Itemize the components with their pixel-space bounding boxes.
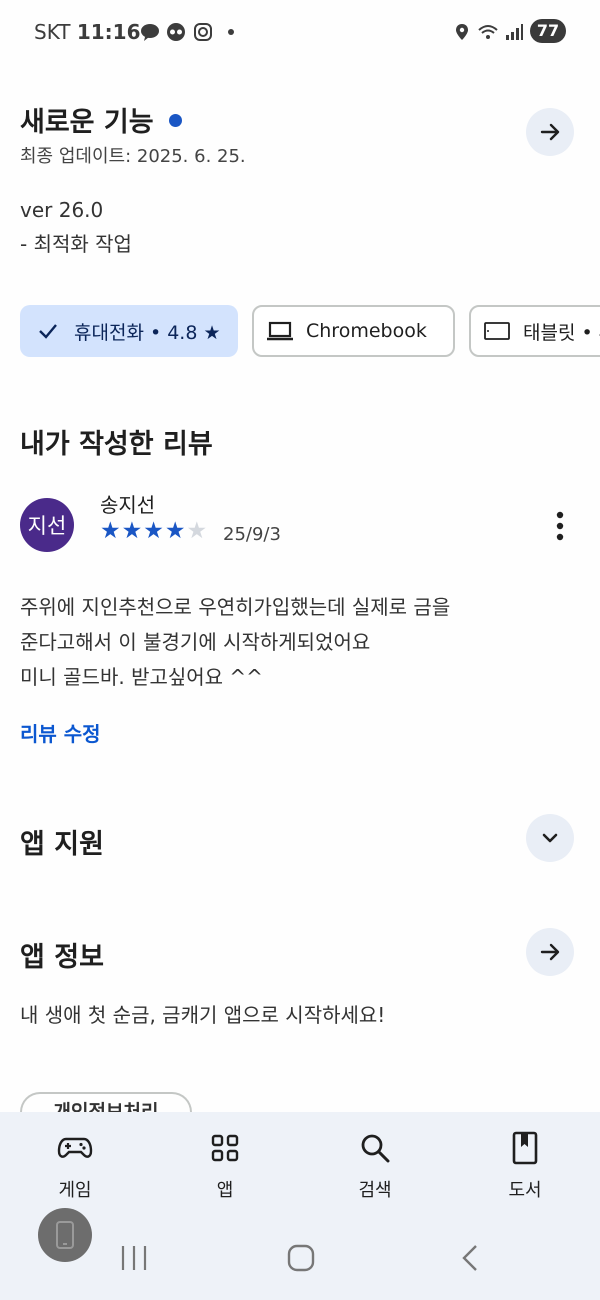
laptop-icon [267,321,293,341]
review-date: 25/9/3 [223,524,281,545]
chip-chromebook[interactable]: Chromebook [252,305,455,357]
star-filled-icon: ★ [100,518,121,544]
nav-search-label: 검색 [358,1180,392,1201]
nav-games[interactable]: 게임 [25,1130,125,1202]
star-filled-icon: ★ [143,518,164,544]
more-vert-icon [556,511,564,541]
chip-phone[interactable]: 휴대전화 • 4.8 ★ [20,305,238,357]
status-carrier: SKT 11:16 [34,20,141,44]
version-text: ver 26.0 [20,198,104,222]
star-filled-icon: ★ [121,518,143,544]
kakaotalk-icon [141,24,159,41]
home-icon[interactable] [286,1243,316,1273]
avatar: 지선 [20,498,74,552]
chip-phone-label: 휴대전화 • 4.8 ★ [74,321,221,344]
recents-icon[interactable] [118,1244,150,1272]
phone-icon [56,1221,74,1249]
app-support-title: 앱 지원 [20,829,104,860]
instagram-icon [194,23,212,41]
nav-games-label: 게임 [58,1180,92,1201]
book-icon [512,1131,538,1165]
back-icon[interactable] [458,1243,482,1273]
app-info-arrow-button[interactable] [526,928,574,976]
chip-tablet[interactable]: 태블릿 • 4 [469,305,600,357]
signal-icon [506,24,523,40]
nav-books[interactable]: 도서 [475,1130,575,1202]
app-info-description: 내 생애 첫 순금, 금캐기 앱으로 시작하세요! [20,1003,386,1027]
whats-new-title: 새로운 기능 [20,107,154,138]
carrier-label: SKT [34,20,71,44]
new-indicator-dot [168,114,182,127]
arrow-right-icon [540,123,560,141]
review-author: 송지선 [100,493,156,517]
chevron-down-icon [542,833,558,843]
chip-chromebook-label: Chromebook [306,320,427,342]
clock: 11:16 [76,20,141,44]
check-icon [39,324,57,339]
app-support-expand-button[interactable] [526,814,574,862]
floating-phone-button[interactable] [38,1208,92,1262]
star-empty-icon: ★ [186,518,208,544]
nav-books-label: 도서 [508,1180,542,1201]
more-notifications-icon [228,29,234,35]
review-line: 주위에 지인추천으로 우연히가입했는데 실제로 금을 [20,595,451,619]
app-info-title: 앱 정보 [20,942,104,973]
wifi-icon [478,25,498,39]
tablet-icon [484,322,510,340]
edit-review-link[interactable]: 리뷰 수정 [20,718,101,747]
star-filled-icon: ★ [164,518,186,544]
nav-search[interactable]: 검색 [325,1130,425,1202]
apps-grid-icon [211,1134,239,1162]
whats-new-arrow-button[interactable] [526,108,574,156]
gamepad-icon [57,1137,93,1158]
review-line: 미니 골드바. 받고싶어요 ^^ [20,665,263,689]
location-icon [456,24,468,40]
my-review-title: 내가 작성한 리뷰 [20,429,213,460]
nav-apps-label: 앱 [216,1180,234,1201]
nav-apps[interactable]: 앱 [175,1130,275,1202]
status-bar: SKT 11:16 77 [0,0,600,64]
whats-new-header: 새로운 기능 [20,100,182,139]
review-more-button[interactable] [540,506,580,546]
update-note: - 최적화 작업 [20,232,132,256]
chip-tablet-label: 태블릿 • 4 [523,321,600,344]
review-rating: ★ ★ ★ ★ ★ [100,518,207,544]
battery-indicator: 77 [530,19,566,43]
last-updated: 최종 업데이트: 2025. 6. 25. [20,146,246,167]
review-line: 준다고해서 이 불경기에 시작하게되었어요 [20,630,371,654]
arrow-right-icon [540,943,560,961]
search-icon [361,1134,390,1163]
review-text: 주위에 지인추천으로 우연히가입했는데 실제로 금을 준다고해서 이 불경기에 … [20,590,450,695]
messenger-owl-icon [167,23,185,41]
